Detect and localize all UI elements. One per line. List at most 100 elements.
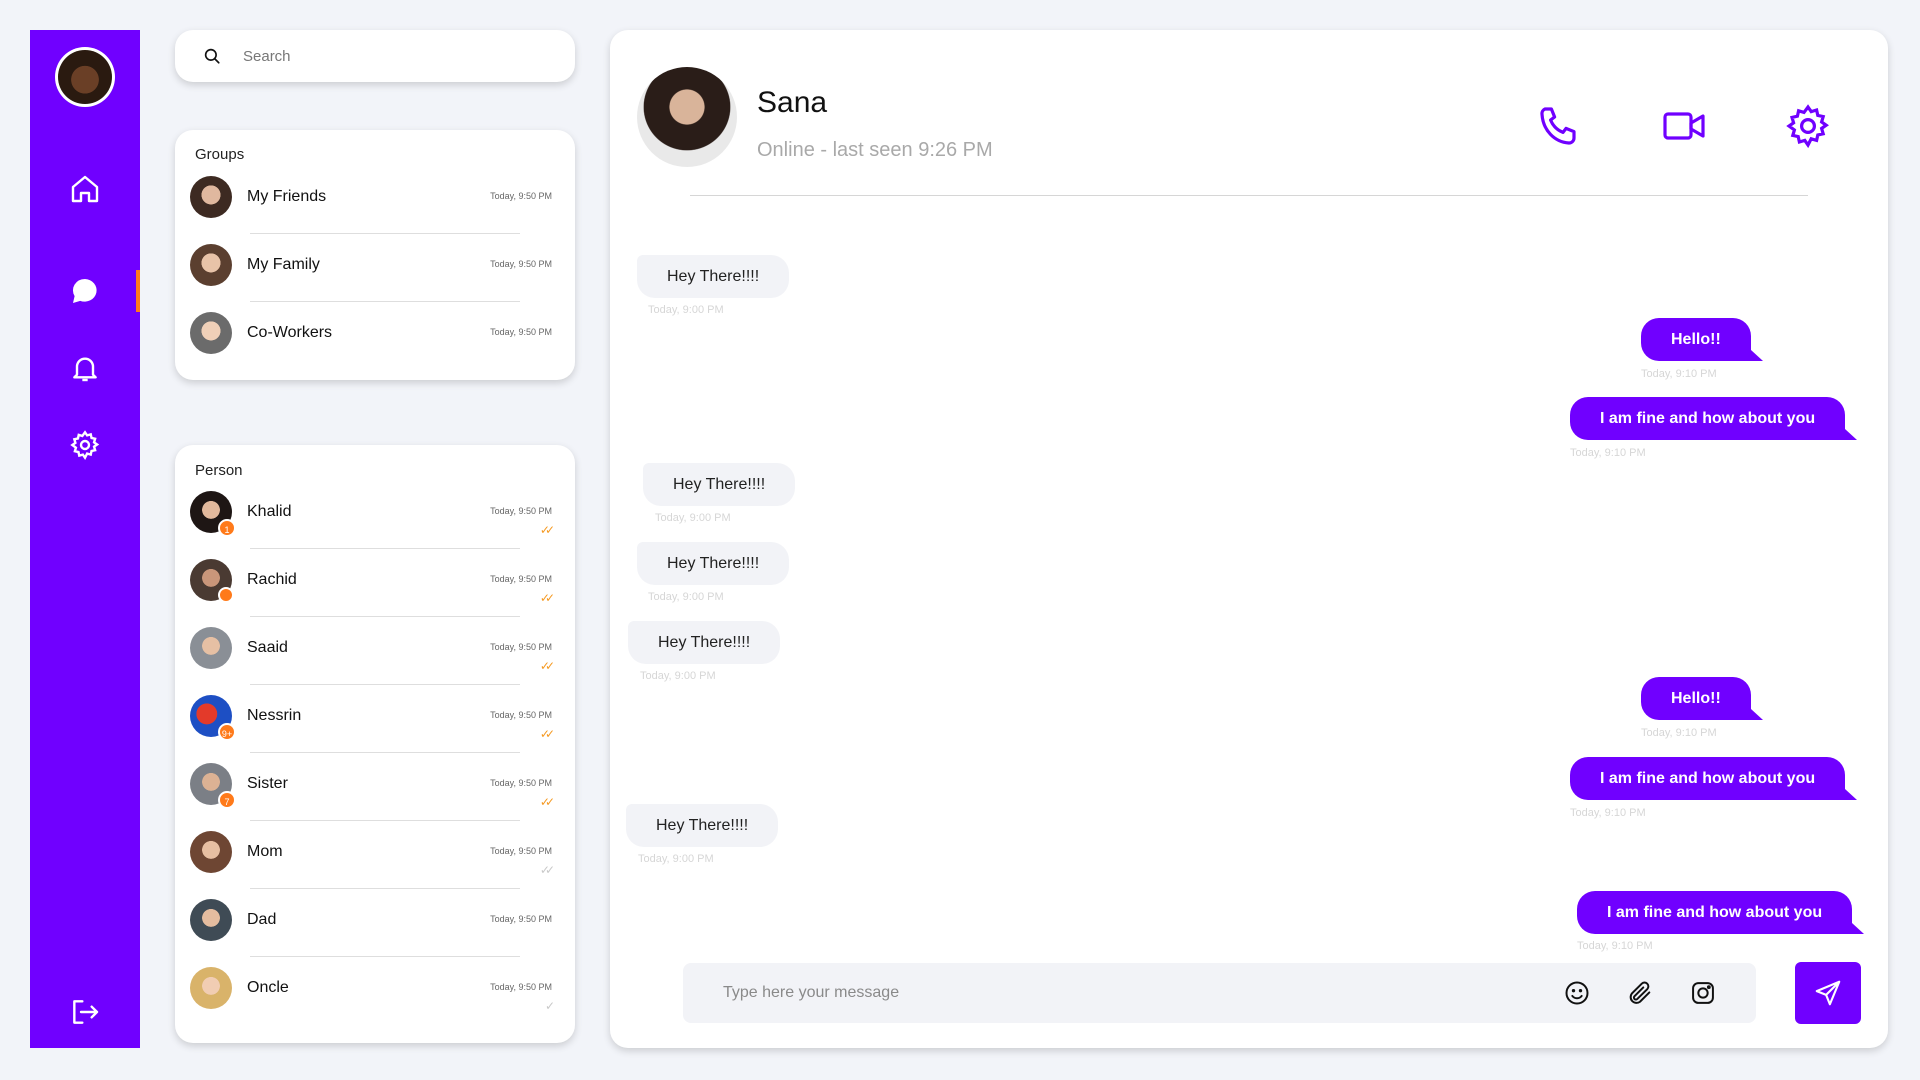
instagram-icon: [1692, 982, 1714, 1004]
persons-card: Person 1 Khalid Today, 9:50 PM ✓✓ Rachid…: [175, 445, 575, 1043]
contact-avatar[interactable]: [637, 67, 737, 167]
group-name: My Family: [247, 256, 320, 273]
message-timestamp: Today, 9:10 PM: [1641, 727, 1717, 739]
group-time: Today, 9:50 PM: [490, 191, 552, 201]
logout-button[interactable]: [30, 990, 140, 1034]
person-name: Rachid: [247, 571, 297, 588]
person-row-saaid[interactable]: Saaid Today, 9:50 PM ✓✓: [190, 617, 560, 685]
search-input[interactable]: [243, 47, 543, 65]
person-time: Today, 9:50 PM: [490, 846, 552, 856]
message-timestamp: Today, 9:10 PM: [1641, 368, 1717, 380]
logout-icon: [73, 1000, 99, 1024]
search-box: [175, 30, 575, 82]
contact-status: Online - last seen 9:26 PM: [757, 139, 993, 161]
contact-name: Sana: [757, 86, 828, 119]
group-avatar: [190, 244, 232, 286]
message-timestamp: Today, 9:10 PM: [1570, 447, 1646, 459]
message-incoming: Hey There!!!!: [637, 542, 790, 585]
person-avatar: [190, 967, 232, 1009]
unread-badge: 1: [218, 519, 236, 537]
message-timestamp: Today, 9:00 PM: [638, 853, 714, 865]
person-row-dad[interactable]: Dad Today, 9:50 PM: [190, 889, 560, 957]
group-row-my-friends[interactable]: My Friends Today, 9:50 PM: [190, 166, 560, 234]
person-row-nessrin[interactable]: 9+ Nessrin Today, 9:50 PM ✓✓: [190, 685, 560, 753]
instagram-button[interactable]: [1689, 979, 1717, 1007]
person-time: Today, 9:50 PM: [490, 982, 552, 992]
person-name: Dad: [247, 911, 277, 928]
message-outgoing: Hello!!: [1641, 318, 1763, 361]
nav-notifications[interactable]: [30, 346, 140, 390]
message-timestamp: Today, 9:00 PM: [640, 670, 716, 682]
message-incoming: Hey There!!!!: [643, 463, 796, 506]
person-time: Today, 9:50 PM: [490, 506, 552, 516]
read-check-icon: ✓✓: [539, 659, 555, 673]
header-divider: [690, 195, 1808, 196]
unread-badge: 9+: [218, 723, 236, 741]
message-timestamp: Today, 9:10 PM: [1570, 807, 1646, 819]
person-name: Sister: [247, 775, 288, 792]
video-camera-icon: [1663, 112, 1705, 140]
attach-button[interactable]: [1626, 979, 1654, 1007]
groups-card: Groups My Friends Today, 9:50 PM My Fami…: [175, 130, 575, 380]
person-row-khalid[interactable]: 1 Khalid Today, 9:50 PM ✓✓: [190, 481, 560, 549]
person-time: Today, 9:50 PM: [490, 914, 552, 924]
group-time: Today, 9:50 PM: [490, 259, 552, 269]
message-timestamp: Today, 9:10 PM: [1577, 940, 1653, 952]
group-row-my-family[interactable]: My Family Today, 9:50 PM: [190, 234, 560, 302]
sent-check-icon: ✓✓: [539, 863, 555, 877]
person-name: Oncle: [247, 979, 289, 996]
emoji-icon: [1565, 981, 1589, 1005]
chat-icon: [72, 278, 97, 303]
chat-panel: Sana Online - last seen 9:26 PM Hey Ther…: [610, 30, 1888, 1048]
message-outgoing: I am fine and how about you: [1570, 397, 1858, 440]
gear-icon: [1786, 104, 1830, 149]
chat-settings-button[interactable]: [1784, 102, 1832, 150]
message-outgoing: Hello!!: [1641, 677, 1763, 720]
read-check-icon: ✓✓: [539, 727, 555, 741]
avatar-image: [58, 50, 112, 104]
video-call-button[interactable]: [1660, 102, 1708, 150]
person-row-rachid[interactable]: Rachid Today, 9:50 PM ✓✓: [190, 549, 560, 617]
call-button[interactable]: [1535, 102, 1583, 150]
message-outgoing: I am fine and how about you: [1570, 757, 1858, 800]
group-row-co-workers[interactable]: Co-Workers Today, 9:50 PM: [190, 302, 560, 370]
message-incoming: Hey There!!!!: [628, 621, 781, 664]
person-time: Today, 9:50 PM: [490, 778, 552, 788]
message-timestamp: Today, 9:00 PM: [648, 304, 724, 316]
nav-home[interactable]: [30, 167, 140, 211]
message-incoming: Hey There!!!!: [626, 804, 779, 847]
group-name: My Friends: [247, 188, 327, 205]
persons-title: Person: [195, 462, 243, 479]
message-input[interactable]: [723, 963, 1523, 1023]
person-avatar: [190, 627, 232, 669]
group-time: Today, 9:50 PM: [490, 327, 552, 337]
message-incoming: Hey There!!!!: [637, 255, 790, 298]
group-avatar: [190, 176, 232, 218]
person-row-mom[interactable]: Mom Today, 9:50 PM ✓✓: [190, 821, 560, 889]
person-row-oncle[interactable]: Oncle Today, 9:50 PM ✓: [190, 957, 560, 1025]
person-row-sister[interactable]: 7 Sister Today, 9:50 PM ✓✓: [190, 753, 560, 821]
bell-icon: [73, 357, 97, 382]
person-avatar: [190, 831, 232, 873]
person-time: Today, 9:50 PM: [490, 574, 552, 584]
person-name: Saaid: [247, 639, 288, 656]
person-avatar: [190, 899, 232, 941]
search-icon: [204, 48, 220, 64]
read-check-icon: ✓✓: [539, 795, 555, 809]
gear-icon: [70, 430, 100, 460]
active-nav-indicator: [136, 270, 140, 312]
group-name: Co-Workers: [247, 324, 333, 341]
group-avatar: [190, 312, 232, 354]
sidebar-rail: [30, 30, 140, 1048]
person-time: Today, 9:50 PM: [490, 710, 552, 720]
home-icon: [71, 175, 99, 203]
nav-settings[interactable]: [30, 423, 140, 467]
emoji-button[interactable]: [1563, 979, 1591, 1007]
send-button[interactable]: [1795, 962, 1861, 1024]
groups-title: Groups: [195, 146, 245, 163]
nav-chats[interactable]: [30, 269, 140, 313]
user-avatar[interactable]: [55, 47, 115, 107]
read-check-icon: ✓✓: [539, 523, 555, 537]
phone-icon: [1540, 107, 1576, 145]
paperclip-icon: [1629, 981, 1651, 1004]
